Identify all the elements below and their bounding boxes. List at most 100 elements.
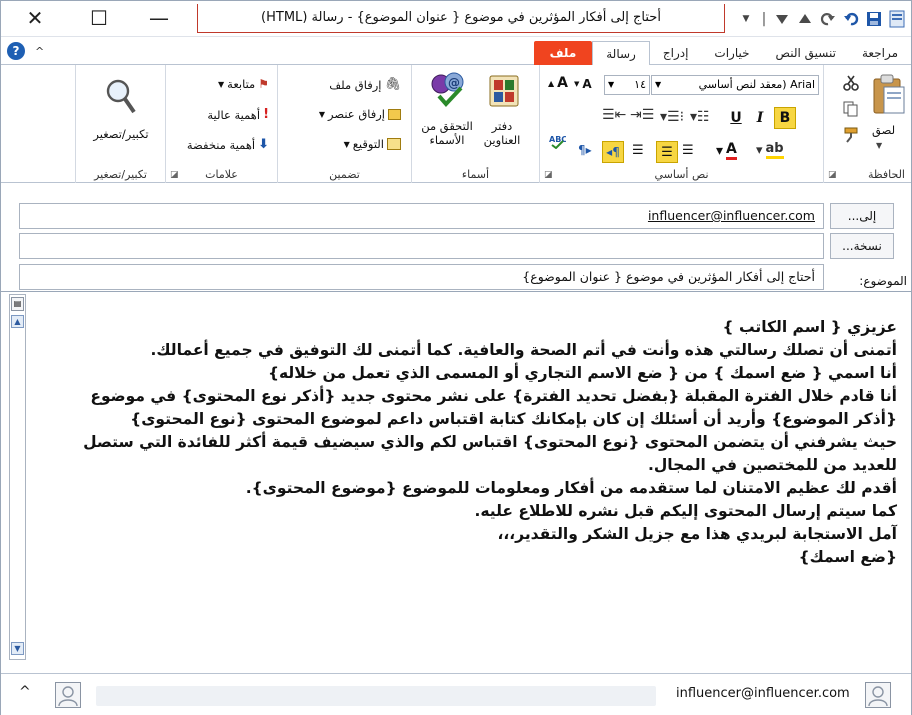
scroll-down-icon[interactable]: ▼ — [11, 642, 24, 655]
font-name-select[interactable]: Arial (معقد لنص أساسي ▼ — [651, 75, 819, 95]
group-include: 🖇 إرفاق ملف إرفاق عنصر ▼ التوقيع ▼ تضمين — [277, 65, 411, 183]
check-names-icon[interactable]: @ — [428, 69, 468, 111]
shrink-font-icon[interactable]: A ▼ — [574, 77, 592, 91]
body-line-closing: آمل الاستجابة لبريدي هذا مع جزيل الشكر و… — [497, 525, 897, 543]
follow-up-button[interactable]: ⚑ متابعة ▼ — [218, 77, 269, 91]
close-button[interactable]: ✕ — [15, 5, 55, 31]
vertical-scrollbar[interactable]: ▤ ▲ ▼ — [9, 294, 26, 660]
basic-text-launcher-icon[interactable]: ◪ — [544, 170, 553, 180]
tab-options[interactable]: خيارات — [701, 41, 762, 65]
to-recipient[interactable]: influencer@influencer.com — [648, 208, 815, 223]
body-line-signature: {ضع اسمك} — [798, 548, 897, 566]
underline-button[interactable]: U — [726, 107, 746, 129]
group-label-clipboard: الحافظة — [867, 168, 905, 181]
body-line-thanks: أقدم لك عظيم الامتنان لما ستقدمه من أفكا… — [245, 479, 897, 497]
ltr-direction-icon[interactable]: ▸¶ — [578, 143, 592, 157]
people-pane: ^ influencer@influencer.com — [1, 673, 911, 715]
cc-field[interactable] — [19, 233, 824, 259]
bold-button[interactable]: B — [774, 107, 796, 129]
tab-format-text[interactable]: تنسيق النص — [763, 41, 849, 65]
font-size-select[interactable]: ١٤ ▼ — [604, 75, 650, 95]
undo-icon[interactable] — [841, 8, 861, 30]
align-right-button[interactable]: ☰ — [656, 141, 678, 163]
magnifier-icon[interactable] — [102, 77, 140, 117]
recipient-avatar[interactable] — [865, 682, 891, 708]
body-line-wishes: أتمنى أن تصلك رسالتي هذه وأنت في أتم الص… — [150, 341, 897, 359]
decrease-indent-icon[interactable]: ⇤☰ — [602, 107, 626, 123]
address-book-icon[interactable] — [484, 71, 524, 111]
people-pane-bar — [96, 686, 656, 706]
bullets-icon[interactable]: ☷▾ — [690, 109, 710, 125]
tab-review[interactable]: مراجعة — [849, 41, 911, 65]
format-painter-icon[interactable] — [840, 125, 862, 145]
signature-button[interactable]: التوقيع ▼ — [344, 137, 401, 151]
spelling-icon[interactable]: ABC — [546, 131, 568, 151]
group-label-zoom: تكبير/تصغير — [94, 168, 147, 181]
zoom-button[interactable]: تكبير/تصغير — [82, 127, 160, 141]
ribbon-tabs-row: ملف رسالة إدراج خيارات تنسيق النص مراجعة… — [1, 37, 911, 66]
expand-people-pane-icon[interactable]: ^ — [19, 684, 31, 700]
signature-label: التوقيع — [352, 137, 384, 151]
paste-dropdown-icon[interactable]: ▼ — [876, 141, 882, 150]
save-icon[interactable] — [864, 8, 884, 30]
redo-icon[interactable] — [818, 8, 838, 30]
address-book-button[interactable]: دفتر العناوين — [474, 119, 530, 147]
attach-file-button[interactable]: 🖇 إرفاق ملف — [329, 77, 401, 92]
check-names-button[interactable]: التحقق من الأسماء — [418, 119, 476, 147]
copy-icon[interactable] — [840, 99, 862, 119]
high-importance-button[interactable]: ! أهمية عالية — [207, 107, 269, 122]
ruler-toggle-icon[interactable]: ▤ — [11, 297, 24, 311]
minimize-button[interactable]: — — [139, 5, 179, 31]
paste-icon[interactable] — [868, 71, 908, 119]
attach-item-button[interactable]: إرفاق عنصر ▼ — [319, 107, 401, 121]
font-color-icon[interactable]: A ▾ — [716, 141, 737, 160]
paperclip-icon: 🖇 — [384, 77, 401, 92]
message-body[interactable]: عزيزي { اسم الكاتب } أتمنى أن تصلك رسالت… — [57, 316, 897, 569]
exclamation-icon: ! — [263, 107, 269, 122]
people-pane-email[interactable]: influencer@influencer.com — [676, 686, 850, 701]
tab-file[interactable]: ملف — [533, 41, 593, 65]
cut-icon[interactable] — [840, 73, 862, 93]
title-bar: ✕ ☐ — أحتاج إلى أفكار المؤثرين في موضوع … — [1, 1, 911, 37]
tab-insert[interactable]: إدراج — [650, 41, 702, 65]
body-line-request: أنا قادم خلال الفترة المقبلة {بفضل تحديد… — [90, 387, 897, 428]
numbering-icon[interactable]: ⁝☰▾ — [660, 109, 684, 125]
paste-button[interactable]: لصق — [872, 123, 895, 137]
follow-up-dropdown-icon: ▼ — [218, 79, 225, 89]
subject-field[interactable]: أحتاج إلى أفكار المؤثرين في موضوع { عنوا… — [19, 264, 824, 290]
previous-item-icon[interactable] — [795, 8, 815, 30]
attach-item-label: إرفاق عنصر — [328, 107, 385, 121]
grow-font-icon[interactable]: A ▲ — [548, 75, 568, 91]
paste-label: لصق — [872, 123, 896, 137]
down-arrow-icon: ⬇ — [258, 137, 269, 152]
increase-indent-icon[interactable]: ☰⇥ — [630, 107, 654, 123]
high-importance-label: أهمية عالية — [207, 107, 261, 122]
help-icon[interactable]: ? — [7, 42, 25, 60]
message-window: ✕ ☐ — أحتاج إلى أفكار المؤثرين في موضوع … — [0, 0, 912, 715]
tags-launcher-icon[interactable]: ◪ — [170, 170, 179, 180]
customize-qat-icon[interactable]: ▼ — [736, 8, 756, 30]
cc-button[interactable]: نسخة... — [830, 233, 894, 259]
scroll-up-icon[interactable]: ▲ — [11, 315, 24, 328]
next-item-icon[interactable] — [772, 8, 792, 30]
align-center-icon[interactable]: ☰ — [682, 143, 694, 158]
align-left-icon[interactable]: ☰ — [632, 143, 644, 158]
low-importance-button[interactable]: ⬇ أهمية منخفضة — [187, 137, 269, 152]
maximize-button[interactable]: ☐ — [79, 5, 119, 31]
zoom-label: تكبير/تصغير — [93, 127, 149, 141]
to-field[interactable]: influencer@influencer.com — [19, 203, 824, 229]
clipboard-launcher-icon[interactable]: ◪ — [828, 170, 837, 180]
rtl-direction-button[interactable]: ¶◂ — [602, 141, 624, 163]
body-line-value: حيث يشرفني أن يتضمن المحتوى {نوع المحتوى… — [83, 433, 897, 474]
italic-button[interactable]: I — [750, 107, 770, 129]
message-app-icon[interactable] — [887, 8, 907, 30]
group-label-names: أسماء — [461, 168, 490, 181]
avatar[interactable] — [55, 682, 81, 708]
highlight-icon[interactable]: ab ▾ — [756, 141, 784, 159]
to-button[interactable]: إلى... — [830, 203, 894, 229]
svg-text:ABC: ABC — [549, 135, 566, 144]
tab-message[interactable]: رسالة — [592, 41, 650, 66]
collapse-ribbon-icon[interactable]: ^ — [35, 45, 44, 58]
group-label-include: تضمين — [329, 168, 360, 181]
font-size-dropdown-icon: ▼ — [608, 80, 615, 89]
